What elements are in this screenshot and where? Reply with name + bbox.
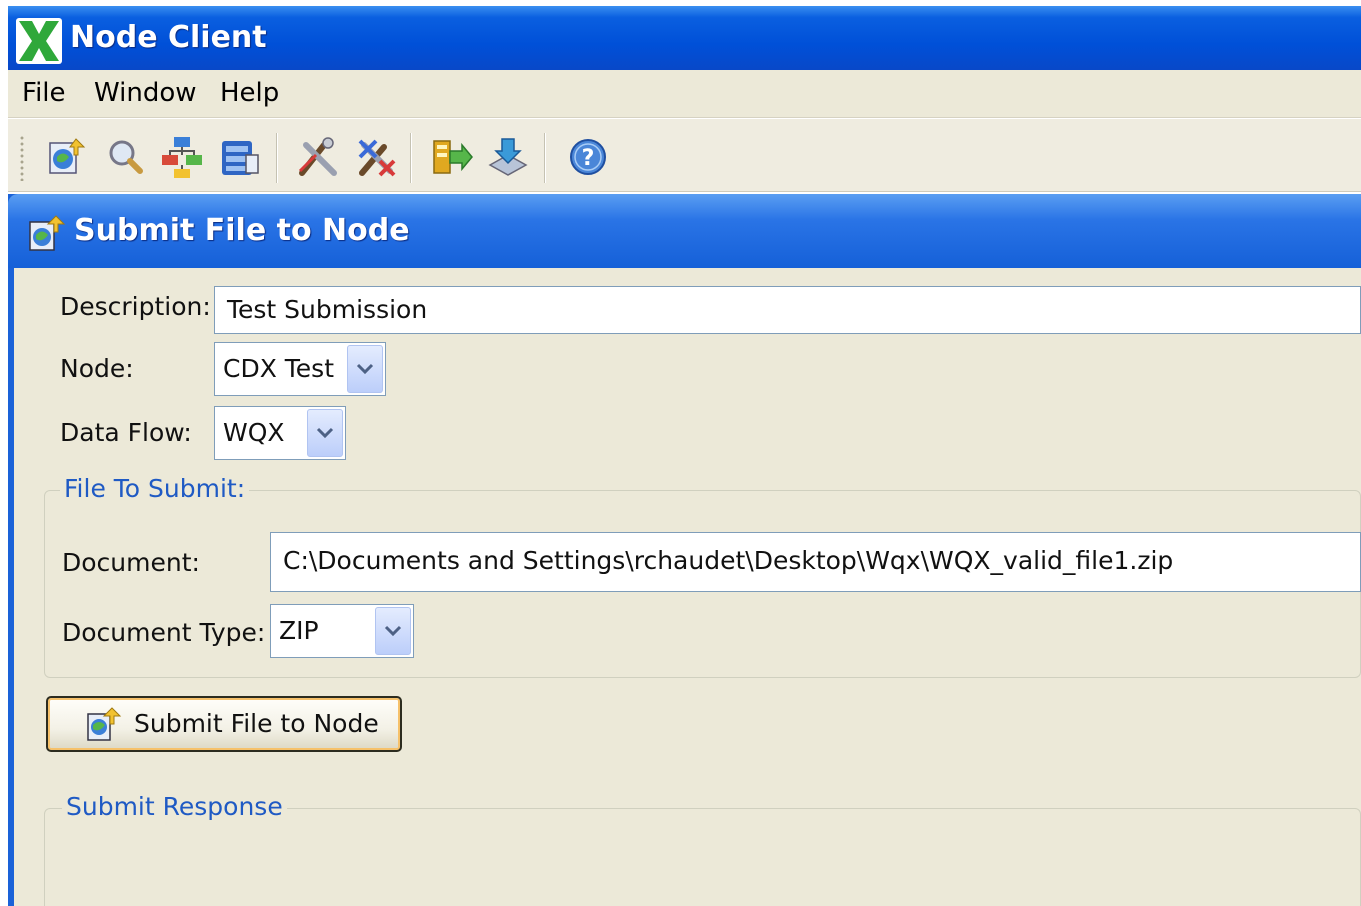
description-label: Description: xyxy=(60,292,211,321)
chevron-down-icon xyxy=(316,427,334,439)
toolbar: ? xyxy=(8,118,1361,192)
data-flow-label: Data Flow: xyxy=(60,418,192,447)
menu-bar: File Window Help xyxy=(8,70,1361,118)
submit-file-panel: Submit File to Node Description: Test Su… xyxy=(8,194,1361,906)
submit-file-icon xyxy=(49,138,86,174)
database-icon xyxy=(222,141,259,175)
data-flow-select[interactable]: WQX xyxy=(214,406,346,460)
document-path-input[interactable]: C:\Documents and Settings\rchaudet\Deskt… xyxy=(270,532,1361,592)
toolbar-separator xyxy=(410,133,412,183)
node-select-value: CDX Test xyxy=(223,354,335,383)
document-label: Document: xyxy=(62,548,200,577)
node-client-window: Node Client File Window Help ? Submit Fi… xyxy=(0,0,1361,906)
node-tree-icon xyxy=(162,137,202,178)
submit-file-icon xyxy=(87,707,122,741)
node-label: Node: xyxy=(60,354,134,383)
submit-response-group xyxy=(44,808,1361,906)
search-icon xyxy=(109,140,143,174)
submit-button-label: Submit File to Node xyxy=(134,709,379,738)
menu-help[interactable]: Help xyxy=(220,78,279,108)
toolbar-submit-file-button[interactable] xyxy=(44,133,92,181)
tools-icon xyxy=(298,137,337,176)
node-client-logo-icon xyxy=(16,18,62,64)
menu-window[interactable]: Window xyxy=(94,78,197,108)
document-type-label: Document Type: xyxy=(62,618,266,647)
panel-header: Submit File to Node xyxy=(8,194,1361,268)
submit-file-icon xyxy=(29,215,66,251)
node-select-dropdown-button[interactable] xyxy=(347,345,383,393)
window-title: Node Client xyxy=(70,20,267,55)
document-type-select-dropdown-button[interactable] xyxy=(375,607,411,655)
submit-response-title: Submit Response xyxy=(62,792,287,821)
svg-text:?: ? xyxy=(582,146,595,171)
panel-title: Submit File to Node xyxy=(74,213,410,248)
toolbar-tools-button[interactable] xyxy=(294,133,342,181)
toolbar-separator xyxy=(544,133,546,183)
data-flow-select-dropdown-button[interactable] xyxy=(307,409,343,457)
title-bar[interactable]: Node Client xyxy=(8,6,1361,70)
submit-file-to-node-button[interactable]: Submit File to Node xyxy=(46,696,402,752)
toolbar-download-button[interactable] xyxy=(484,133,532,181)
toolbar-delete-tools-button[interactable] xyxy=(352,133,400,181)
toolbar-database-button[interactable] xyxy=(216,133,264,181)
toolbar-run-flow-button[interactable] xyxy=(428,133,476,181)
toolbar-help-button[interactable]: ? xyxy=(564,133,612,181)
delete-tools-icon xyxy=(358,139,396,177)
toolbar-node-tree-button[interactable] xyxy=(158,133,206,181)
chevron-down-icon xyxy=(384,625,402,637)
data-flow-select-value: WQX xyxy=(223,418,285,447)
panel-body: Description: Test Submission Node: CDX T… xyxy=(14,268,1361,906)
toolbar-search-button[interactable] xyxy=(102,133,150,181)
download-icon xyxy=(488,138,528,176)
help-icon: ? xyxy=(570,139,606,175)
menu-file[interactable]: File xyxy=(22,78,66,108)
file-to-submit-title: File To Submit: xyxy=(60,474,250,503)
description-input[interactable]: Test Submission xyxy=(214,286,1361,334)
chevron-down-icon xyxy=(356,363,374,375)
toolbar-separator xyxy=(276,133,278,183)
node-select[interactable]: CDX Test xyxy=(214,342,386,396)
document-type-select[interactable]: ZIP xyxy=(270,604,414,658)
run-flow-icon xyxy=(433,140,473,174)
document-type-select-value: ZIP xyxy=(279,616,319,645)
toolbar-grip[interactable] xyxy=(20,135,24,181)
